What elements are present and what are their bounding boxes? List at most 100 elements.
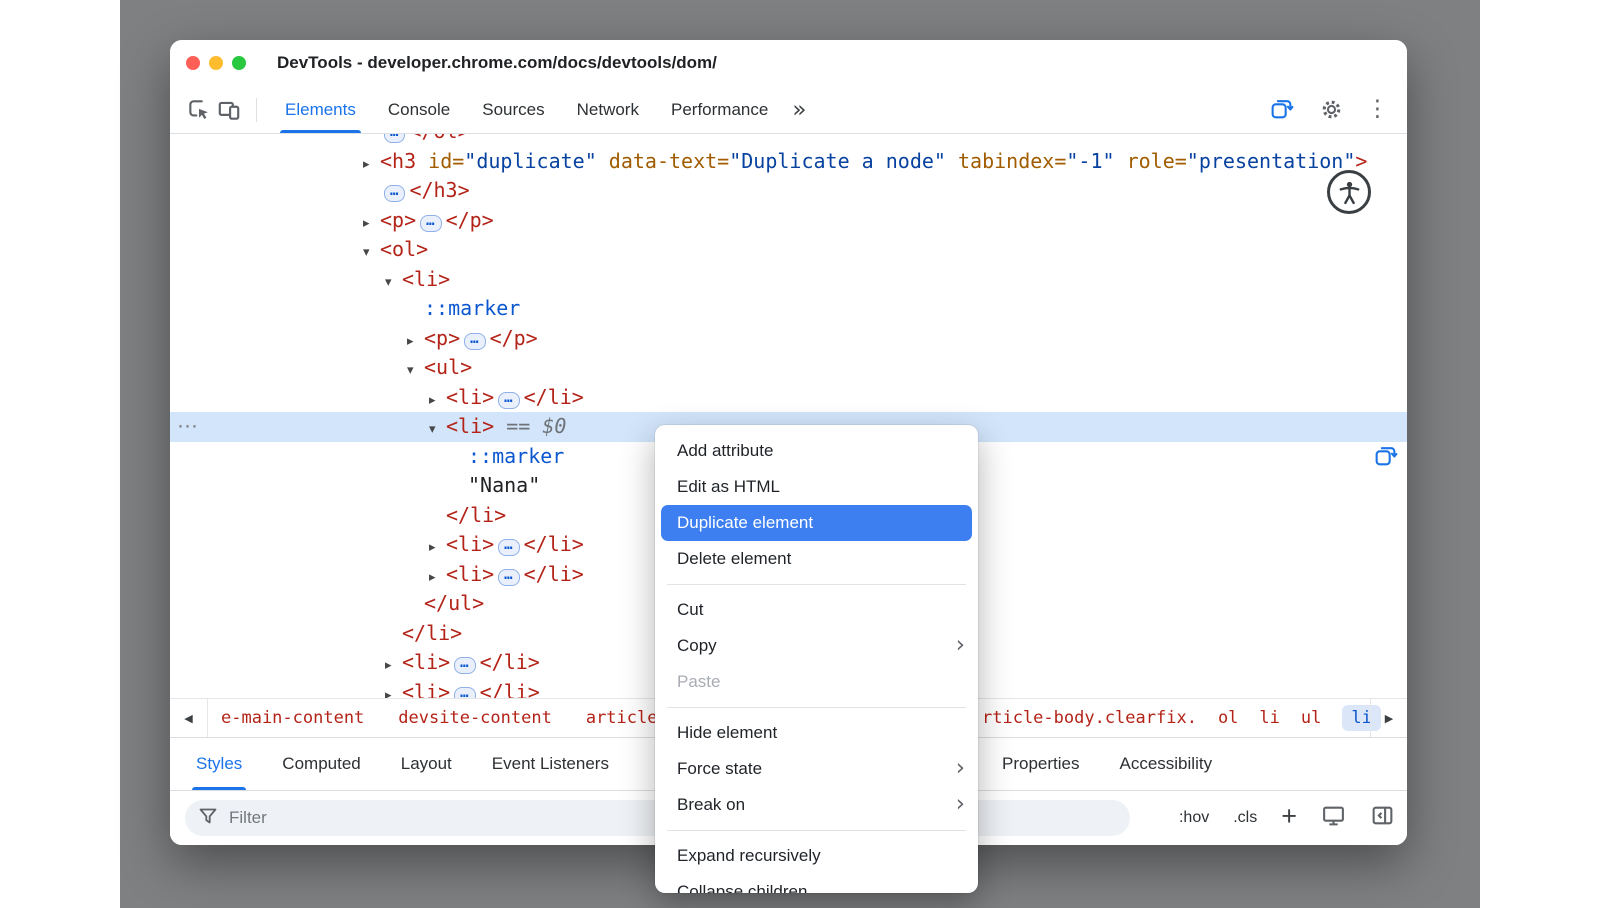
more-options-icon[interactable]: ⋮ <box>1366 98 1389 121</box>
breadcrumb-item-ol[interactable]: ol <box>1218 708 1238 728</box>
breadcrumb-scroll-left-button[interactable]: ◀ <box>170 699 208 737</box>
dom-tree-row[interactable]: ▸<p>…</p> <box>170 206 1407 236</box>
menu-item-edit-as-html[interactable]: Edit as HTML <box>655 469 978 505</box>
token-val: "duplicate" <box>464 149 596 173</box>
menu-item-break-on[interactable]: Break on› <box>655 787 978 823</box>
dom-tree-row[interactable]: ▾<ol> <box>170 235 1407 265</box>
inline-expand-button[interactable]: … <box>420 215 441 232</box>
menu-item-expand-recursively[interactable]: Expand recursively <box>655 838 978 874</box>
expander-collapsed-icon[interactable]: ▸ <box>429 533 446 563</box>
sidebar-tab-event-listeners[interactable]: Event Listeners <box>472 738 629 790</box>
display-icon[interactable] <box>1321 803 1346 833</box>
inline-expand-button[interactable]: … <box>498 569 519 586</box>
inline-expand-button[interactable]: … <box>464 333 485 350</box>
menu-item-copy[interactable]: Copy› <box>655 628 978 664</box>
token-tag: </li> <box>524 562 584 586</box>
menu-item-add-attribute[interactable]: Add attribute <box>655 433 978 469</box>
dom-tree-row[interactable]: ▸<p>… </p> <box>170 324 1407 354</box>
inline-expand-button[interactable]: … <box>454 687 475 699</box>
inline-expand-button[interactable]: … <box>454 657 475 674</box>
dom-tree-row[interactable]: ▾<ul> <box>170 353 1407 383</box>
inline-expand-button[interactable]: … <box>384 185 405 202</box>
token-tag: <ol> <box>380 237 428 261</box>
element-classes-button[interactable]: .cls <box>1233 809 1257 827</box>
menu-item-duplicate-element[interactable]: Duplicate element <box>661 505 972 541</box>
menu-item-cut[interactable]: Cut <box>655 592 978 628</box>
expander-collapsed-icon[interactable]: ▸ <box>429 386 446 416</box>
filter-input[interactable] <box>227 807 551 829</box>
breadcrumb-item-li[interactable]: li <box>1259 708 1279 728</box>
token-tag: <li> <box>402 267 450 291</box>
menu-item-force-state[interactable]: Force state› <box>655 751 978 787</box>
token-tag: </h3> <box>409 178 469 202</box>
expander-collapsed-icon[interactable]: ▸ <box>363 150 380 180</box>
token-tag: </li> <box>524 385 584 409</box>
tab-console[interactable]: Console <box>372 86 466 133</box>
menu-separator <box>667 584 966 585</box>
menu-item-hide-element[interactable]: Hide element <box>655 715 978 751</box>
token-tag: <li> <box>446 414 494 438</box>
tab-elements[interactable]: Elements <box>269 86 372 133</box>
menu-item-delete-element[interactable]: Delete element <box>655 541 978 577</box>
inline-expand-button[interactable]: … <box>384 134 405 143</box>
dom-tree-row[interactable]: …</ol> <box>170 134 1407 147</box>
menu-separator <box>667 830 966 831</box>
breadcrumb-item-ul[interactable]: ul <box>1301 708 1321 728</box>
inline-expand-button[interactable]: … <box>498 539 519 556</box>
expander-collapsed-icon[interactable]: ▸ <box>429 563 446 593</box>
breadcrumb-item-e-main-content[interactable]: e-main-content <box>221 708 364 728</box>
inspect-element-icon[interactable] <box>184 95 214 125</box>
row-actions-icon[interactable]: ⋯ <box>177 412 198 442</box>
submenu-chevron-icon: › <box>956 627 965 663</box>
expander-collapsed-icon[interactable]: ▸ <box>407 327 424 357</box>
sidebar-tab-accessibility[interactable]: Accessibility <box>1099 738 1232 790</box>
more-tabs-button[interactable]: » <box>792 97 806 123</box>
toggle-sidebar-icon[interactable] <box>1370 803 1395 833</box>
minimize-window-button[interactable] <box>209 56 223 70</box>
zoom-window-button[interactable] <box>232 56 246 70</box>
tab-network[interactable]: Network <box>561 86 655 133</box>
close-window-button[interactable] <box>186 56 200 70</box>
breadcrumb-right-group: rticle-body.clearfix.olliulli <box>982 699 1381 737</box>
breadcrumb-item-rticle-body-clearfix[interactable]: rticle-body.clearfix. <box>982 708 1197 728</box>
dom-tree-row[interactable]: ::marker <box>170 294 1407 324</box>
active-tab-indicator <box>280 130 361 133</box>
sidebar-tab-computed[interactable]: Computed <box>262 738 380 790</box>
dom-tree-row[interactable]: ▾<li> <box>170 265 1407 295</box>
token-tag: </ul> <box>424 591 484 615</box>
expander-open-icon[interactable]: ▾ <box>407 356 424 386</box>
dom-tree-row[interactable]: …</h3> <box>170 176 1407 206</box>
expander-collapsed-icon[interactable]: ▸ <box>363 209 380 239</box>
sidebar-tab-layout[interactable]: Layout <box>381 738 472 790</box>
dom-tree-row[interactable]: ▸<h3 id="duplicate" data-text="Duplicate… <box>170 147 1407 177</box>
breadcrumb-item-devsite-content[interactable]: devsite-content <box>398 708 552 728</box>
breadcrumb-scroll-right-button[interactable]: ▶ <box>1370 699 1407 737</box>
expander-collapsed-icon[interactable]: ▸ <box>385 651 402 681</box>
menu-item-collapse-children[interactable]: Collapse children <box>655 874 978 893</box>
tab-performance[interactable]: Performance <box>655 86 784 133</box>
token-tag: <p> <box>424 326 460 350</box>
inline-expand-button[interactable]: … <box>498 392 519 409</box>
accessibility-overlay-icon[interactable] <box>1327 170 1371 214</box>
device-toolbar-icon[interactable] <box>214 95 244 125</box>
expander-open-icon[interactable]: ▾ <box>363 238 380 268</box>
sidebar-tab-properties[interactable]: Properties <box>982 738 1099 790</box>
expander-open-icon[interactable]: ▾ <box>385 268 402 298</box>
expander-collapsed-icon[interactable]: ▸ <box>385 681 402 699</box>
devtools-toolbar: ElementsConsoleSourcesNetworkPerformance… <box>170 86 1407 134</box>
breadcrumb-left-group: e-main-content devsite-content article <box>207 699 691 737</box>
tab-sources[interactable]: Sources <box>466 86 560 133</box>
token-pseudo: ::marker <box>424 296 520 320</box>
token-tag: </li> <box>402 621 462 645</box>
toggle-element-state-button[interactable]: :hov <box>1179 809 1209 827</box>
token-val: "presentation" <box>1187 149 1356 173</box>
token-tag: </p> <box>490 326 538 350</box>
menu-item-paste: Paste <box>655 664 978 700</box>
breadcrumb-item-article[interactable]: article <box>586 708 658 728</box>
dom-tree-row[interactable]: ▸<li>…</li> <box>170 383 1407 413</box>
expander-open-icon[interactable]: ▾ <box>429 415 446 445</box>
sidebar-tab-styles[interactable]: Styles <box>176 738 262 790</box>
settings-gear-icon[interactable] <box>1316 95 1346 125</box>
duplicate-element-feature-icon[interactable] <box>1266 95 1296 125</box>
new-style-rule-button[interactable]: + <box>1281 801 1297 832</box>
